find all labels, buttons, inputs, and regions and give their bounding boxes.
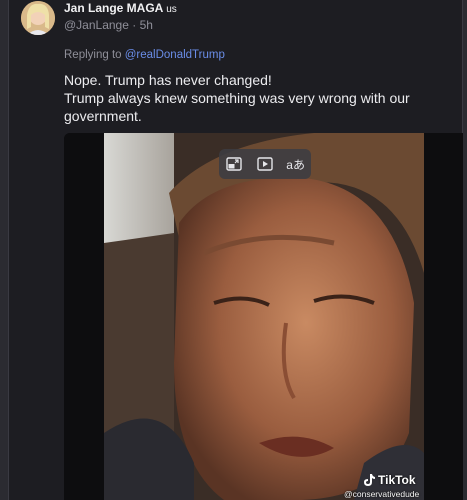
- play-preview-icon[interactable]: [254, 153, 276, 175]
- post-text-line: Trump always knew something was very wro…: [64, 90, 410, 106]
- avatar[interactable]: [21, 1, 55, 35]
- author-name-row[interactable]: Jan Lange MAGA us: [64, 1, 177, 15]
- tiktok-logo-icon: [364, 474, 375, 486]
- author-handle-row: @JanLange · 5h: [64, 18, 153, 32]
- post-text-line: Nope. Trump has never changed!: [64, 72, 272, 88]
- reply-prefix: Replying to: [64, 49, 122, 61]
- author-handle[interactable]: @JanLange: [64, 18, 129, 32]
- video-frame: [64, 133, 463, 500]
- translate-icon[interactable]: aあ: [285, 153, 307, 175]
- reply-context: Replying to @realDonaldTrump: [64, 49, 225, 61]
- author-flag: us: [166, 4, 177, 15]
- author-name[interactable]: Jan Lange MAGA: [64, 1, 163, 15]
- tiktok-brand: TikTok: [378, 473, 416, 487]
- video-player[interactable]: aあ TikTok @conservativedude: [64, 133, 463, 500]
- post-time[interactable]: 5h: [140, 18, 153, 32]
- tiktok-username: @conservativedude: [344, 489, 420, 499]
- window-frame-left: [0, 0, 9, 500]
- reply-mention-link[interactable]: @realDonaldTrump: [125, 49, 225, 61]
- handle-separator: ·: [132, 18, 137, 32]
- tiktok-watermark: TikTok: [364, 473, 416, 487]
- post-text: Nope. Trump has never changed! Trump alw…: [64, 71, 444, 125]
- post-text-line: government.: [64, 108, 142, 124]
- picture-in-picture-icon[interactable]: [223, 153, 245, 175]
- video-controls: aあ: [219, 149, 311, 179]
